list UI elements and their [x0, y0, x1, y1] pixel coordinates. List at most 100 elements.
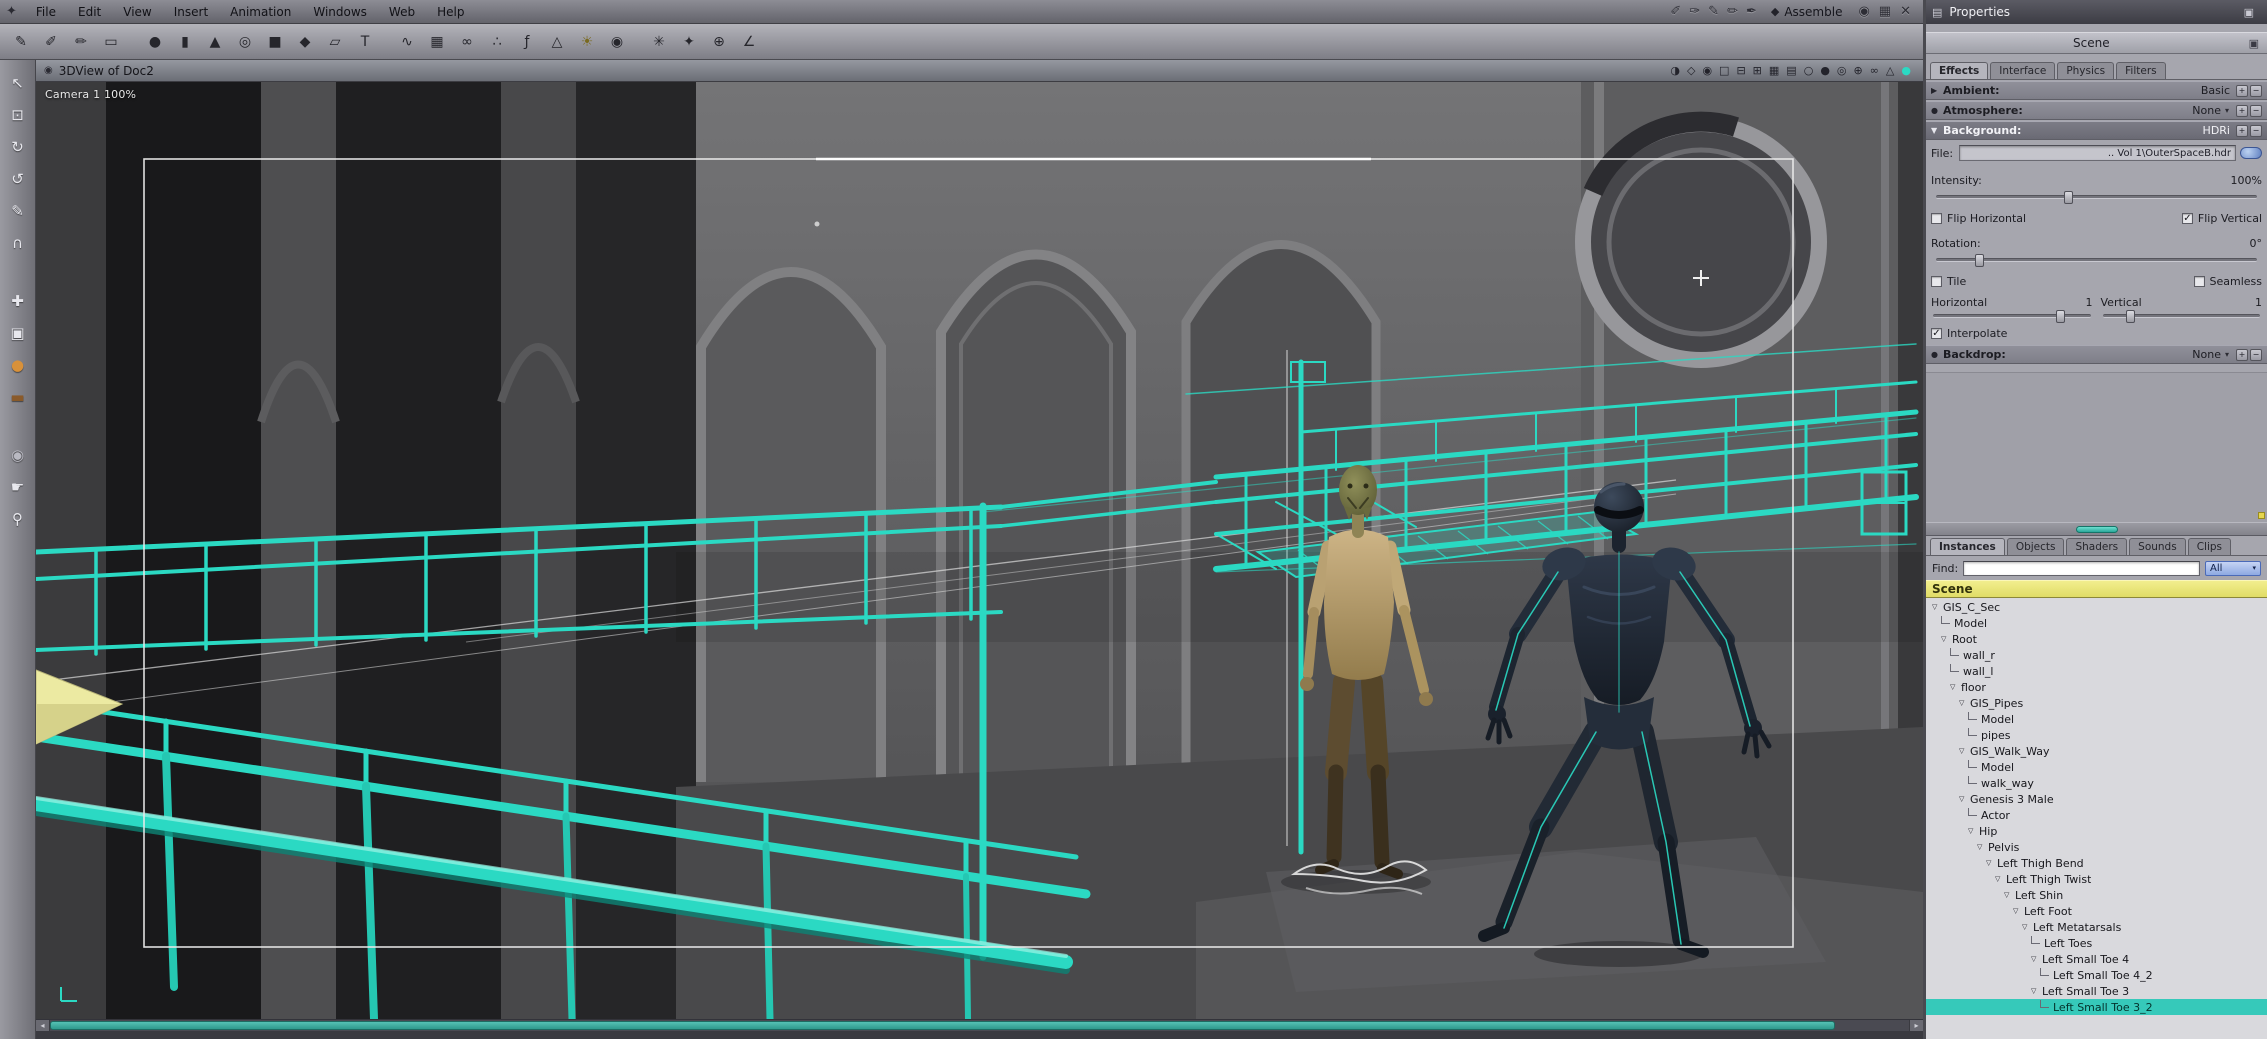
tree-expand-icon[interactable]: ▽	[1950, 683, 1961, 691]
tree-item[interactable]: ▽ Hip	[1926, 823, 2267, 839]
link-icon[interactable]: ∞	[1870, 64, 1879, 77]
vertical-slider[interactable]	[2102, 310, 2260, 323]
tree-item[interactable]: ▽ Genesis 3 Male	[1926, 791, 2267, 807]
ambient-row[interactable]: ▶ Ambient: Basic + −	[1926, 81, 2267, 100]
torus-primitive-icon[interactable]: ◎	[232, 29, 258, 55]
camera-move-tool-icon[interactable]: ◉	[5, 442, 31, 468]
backdrop-minus-button[interactable]: −	[2250, 348, 2262, 361]
atmosphere-value[interactable]: None	[2192, 104, 2221, 117]
icosahedron-primitive-icon[interactable]: ◆	[292, 29, 318, 55]
cylinder-primitive-icon[interactable]: ▮	[172, 29, 198, 55]
scroll-right-button[interactable]: ▸	[1909, 1020, 1923, 1031]
sphere-primitive-icon[interactable]: ●	[142, 29, 168, 55]
tree-expand-icon[interactable]: ▽	[1986, 859, 1997, 867]
marquee-tool-icon[interactable]: ⊡	[5, 102, 31, 128]
pen-tool-icon[interactable]: ✎	[1708, 4, 1719, 19]
close-icon[interactable]: ✕	[1900, 4, 1911, 19]
text-primitive-icon[interactable]: T	[352, 29, 378, 55]
btab-clips[interactable]: Clips	[2187, 538, 2232, 555]
ptab-interface[interactable]: Interface	[1990, 62, 2056, 79]
knife-tool-icon[interactable]: ✏	[1727, 4, 1738, 19]
tree-item[interactable]: ▽ GIS_Pipes	[1926, 695, 2267, 711]
draw-tool-icon[interactable]: ✎	[5, 198, 31, 224]
tree-item[interactable]: ▽ GIS_Walk_Way	[1926, 743, 2267, 759]
terrain-tool-icon[interactable]: △	[544, 29, 570, 55]
properties-header[interactable]: ▤ Properties ▣	[1926, 0, 2267, 24]
tree-expand-icon[interactable]: ▽	[2022, 923, 2033, 931]
menu-animation[interactable]: Animation	[219, 0, 302, 24]
move-tool-icon[interactable]: ✚	[5, 288, 31, 314]
ptab-physics[interactable]: Physics	[2057, 62, 2115, 79]
tree-expand-icon[interactable]: ▽	[2013, 907, 2024, 915]
background-plus-button[interactable]: +	[2236, 124, 2248, 137]
visibility-eye-icon[interactable]: ◉	[1858, 4, 1869, 19]
horizontal-slider-thumb[interactable]	[2055, 310, 2065, 323]
flip-vertical-checkbox[interactable]: ✓	[2181, 212, 2193, 224]
tree-expand-icon[interactable]: ▽	[1959, 747, 1970, 755]
tree-item[interactable]: ▽ Left Thigh Bend	[1926, 855, 2267, 871]
layout-3pane-icon[interactable]: ⊞	[1753, 64, 1762, 77]
backdrop-dropdown-icon[interactable]: ▾	[2225, 350, 2229, 359]
camera-tool-icon[interactable]: ◉	[604, 29, 630, 55]
tree-expand-icon[interactable]: ▽	[2031, 987, 2042, 995]
tree-item[interactable]: Left Small Toe 3_2	[1926, 999, 2267, 1015]
tree-expand-icon[interactable]: ▽	[2004, 891, 2015, 899]
paint-finger-icon[interactable]: ✐	[38, 29, 64, 55]
background-row[interactable]: ▼ Background: HDRi + −	[1926, 121, 2267, 140]
tree-item[interactable]: ▽ Left Small Toe 4	[1926, 951, 2267, 967]
ptab-filters[interactable]: Filters	[2116, 62, 2166, 79]
menu-view[interactable]: View	[112, 0, 162, 24]
btab-shaders[interactable]: Shaders	[2066, 538, 2128, 555]
production-frame-icon[interactable]: △	[1886, 64, 1894, 77]
tree-item[interactable]: pipes	[1926, 727, 2267, 743]
tree-item[interactable]: Model	[1926, 711, 2267, 727]
pointer-tool-icon[interactable]: ↖	[5, 70, 31, 96]
interpolate-checkbox[interactable]: ✓	[1931, 327, 1942, 339]
tree-item[interactable]: Left Small Toe 4_2	[1926, 967, 2267, 983]
wizard-tool-icon[interactable]: ✦	[676, 29, 702, 55]
atmosphere-row[interactable]: ● Atmosphere: None ▾ + −	[1926, 101, 2267, 120]
scene-tree-header[interactable]: Scene	[1926, 580, 2267, 598]
tree-item[interactable]: Left Toes	[1926, 935, 2267, 951]
backdrop-plus-button[interactable]: +	[2236, 348, 2248, 361]
tree-item[interactable]: ▽ Root	[1926, 631, 2267, 647]
scene-options-icon[interactable]: ▣	[2249, 37, 2259, 50]
globe-light-icon[interactable]: ○	[1804, 64, 1814, 77]
backdrop-value[interactable]: None	[2192, 348, 2221, 361]
particle-tool-icon[interactable]: ∴	[484, 29, 510, 55]
resize-grip[interactable]	[2258, 512, 2265, 519]
stamp-tool-icon[interactable]: ✑	[1689, 4, 1700, 19]
menu-file[interactable]: File	[25, 0, 67, 24]
background-value[interactable]: HDRi	[2203, 124, 2230, 137]
layout-4pane-icon[interactable]: ▦	[1769, 64, 1779, 77]
layout-2pane-icon[interactable]: ⊟	[1736, 64, 1745, 77]
scroll-left-button[interactable]: ◂	[36, 1020, 50, 1031]
scene-render[interactable]	[36, 82, 1923, 1019]
rotate-ball-tool-icon[interactable]: ●	[5, 352, 31, 378]
atmosphere-minus-button[interactable]: −	[2250, 104, 2262, 117]
tree-item[interactable]: ▽ Left Small Toe 3	[1926, 983, 2267, 999]
tree-item[interactable]: Model	[1926, 615, 2267, 631]
menu-insert[interactable]: Insert	[163, 0, 219, 24]
menu-windows[interactable]: Windows	[302, 0, 378, 24]
vertical-slider-thumb[interactable]	[2126, 310, 2136, 323]
layout-single-icon[interactable]: □	[1719, 64, 1729, 77]
tree-item[interactable]: Actor	[1926, 807, 2267, 823]
cone-primitive-icon[interactable]: ▲	[202, 29, 228, 55]
tree-expand-icon[interactable]: ▽	[2031, 955, 2042, 963]
tree-expand-icon[interactable]: ▽	[1959, 795, 1970, 803]
find-input[interactable]	[1963, 560, 2200, 576]
tree-item[interactable]: ▽ Left Thigh Twist	[1926, 871, 2267, 887]
camera-view-icon[interactable]: ◉	[1702, 64, 1712, 77]
spray-tool-icon[interactable]: ✳	[646, 29, 672, 55]
viewport-titlebar[interactable]: ◉ 3DView of Doc2 ◑ ◇ ◉ □ ⊟ ⊞ ▦ ▤ ○ ● ◎ ⊕ ∞ △ ●	[36, 60, 1923, 82]
tree-item[interactable]: Model	[1926, 759, 2267, 775]
intensity-slider-thumb[interactable]	[2064, 191, 2074, 204]
horizontal-slider[interactable]	[1933, 310, 2091, 323]
tree-item[interactable]: ▽ Pelvis	[1926, 839, 2267, 855]
horizontal-scrollbar[interactable]: ◂ ▸	[36, 1019, 1923, 1031]
flip-horizontal-checkbox[interactable]	[1931, 212, 1942, 224]
tree-item[interactable]: ▽ Left Metatarsals	[1926, 919, 2267, 935]
ambient-expand-icon[interactable]: ▶	[1931, 86, 1943, 95]
edit-tool-icon[interactable]: ✎	[8, 29, 34, 55]
